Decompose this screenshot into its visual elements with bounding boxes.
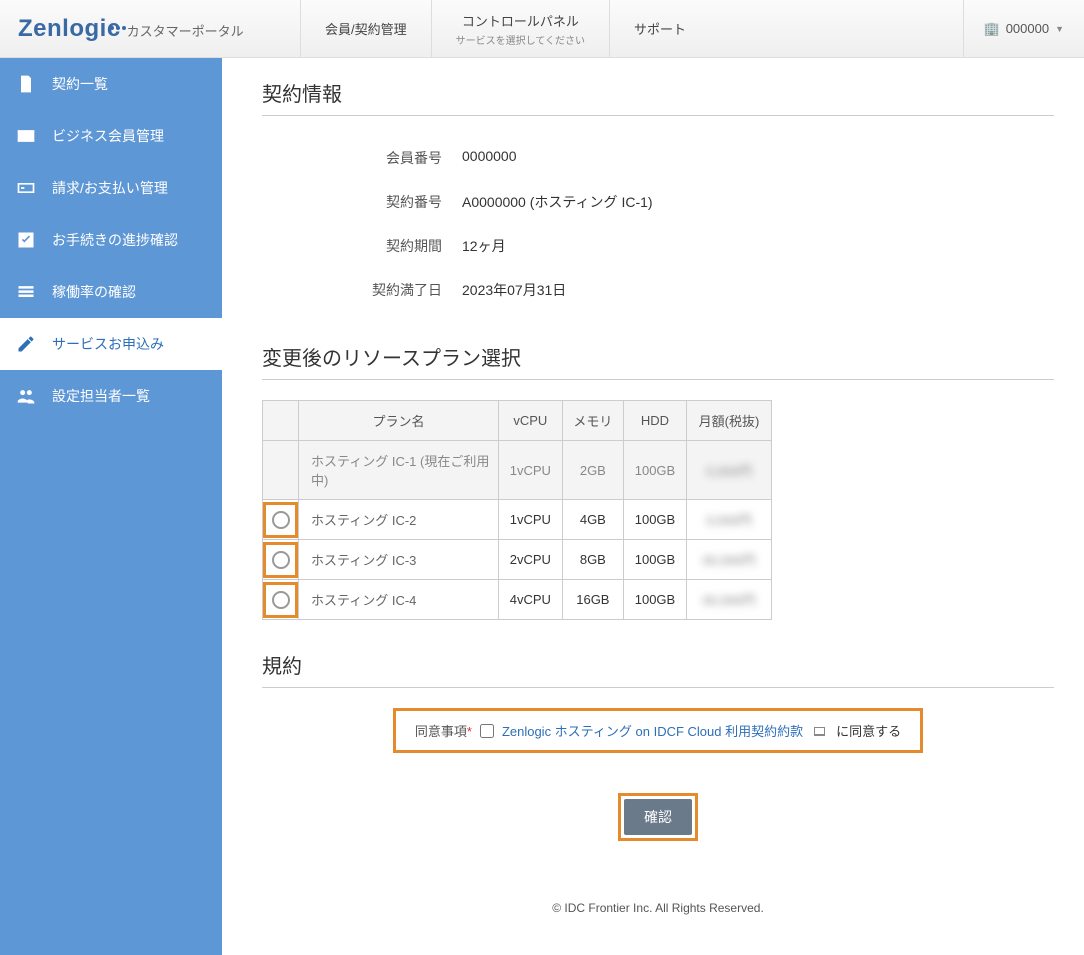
nav-members[interactable]: 会員/契約管理 bbox=[300, 0, 431, 57]
nav-support[interactable]: サポート bbox=[609, 0, 710, 57]
confirm-highlight: 確認 bbox=[618, 793, 698, 841]
col-plan: プラン名 bbox=[299, 401, 499, 441]
sidebar-item-label: ビジネス会員管理 bbox=[52, 126, 164, 146]
sidebar-item-apply[interactable]: サービスお申込み bbox=[0, 318, 222, 370]
account-id: 000000 bbox=[1006, 21, 1049, 36]
info-row-period: 契約期間 12ヶ月 bbox=[342, 224, 1054, 268]
pen-icon bbox=[16, 334, 36, 354]
plan-radio-ic2[interactable] bbox=[263, 502, 298, 538]
col-radio bbox=[263, 401, 299, 441]
top-nav: 会員/契約管理 コントロールパネル サービスを選択してください サポート bbox=[300, 0, 963, 57]
logo-text: Zenlogic bbox=[18, 15, 121, 43]
sidebar: 契約一覧 ビジネス会員管理 請求/お支払い管理 お手続きの進捗確認 稼働率の確認… bbox=[0, 58, 222, 955]
col-vcpu: vCPU bbox=[499, 401, 563, 441]
sidebar-item-contracts[interactable]: 契約一覧 bbox=[0, 58, 222, 110]
plan-row-ic2: ホスティング IC-2 1vCPU 4GB 100GB 0,000円 bbox=[263, 500, 772, 540]
info-row-member: 会員番号 0000000 bbox=[342, 136, 1054, 180]
plan-row-current: ホスティング IC-1 (現在ご利用中) 1vCPU 2GB 100GB 0,0… bbox=[263, 441, 772, 500]
people-icon bbox=[16, 386, 36, 406]
logo-subtitle: カスタマーポータル bbox=[127, 21, 244, 40]
chevron-down-icon: ▼ bbox=[1055, 24, 1064, 34]
main-content: 契約情報 会員番号 0000000 契約番号 A0000000 (ホスティング … bbox=[222, 58, 1084, 955]
agree-suffix: に同意する bbox=[836, 721, 901, 740]
agreement-box: 同意事項* Zenlogic ホスティング on IDCF Cloud 利用契約… bbox=[393, 708, 923, 753]
logo-dots-icon bbox=[109, 9, 127, 19]
sidebar-item-billing[interactable]: 請求/お支払い管理 bbox=[0, 162, 222, 214]
sidebar-item-label: 設定担当者一覧 bbox=[52, 386, 150, 406]
contract-heading: 契約情報 bbox=[262, 78, 1054, 116]
logo[interactable]: Zenlogic カスタマーポータル bbox=[0, 15, 300, 43]
contract-info: 会員番号 0000000 契約番号 A0000000 (ホスティング IC-1)… bbox=[342, 136, 1054, 312]
sidebar-item-label: 請求/お支払い管理 bbox=[52, 178, 168, 198]
col-mem: メモリ bbox=[562, 401, 623, 441]
col-hdd: HDD bbox=[624, 401, 687, 441]
footer-copyright: © IDC Frontier Inc. All Rights Reserved. bbox=[262, 891, 1054, 925]
plan-row-ic4: ホスティング IC-4 4vCPU 16GB 100GB 00,000円 bbox=[263, 580, 772, 620]
id-card-icon bbox=[16, 126, 36, 146]
sidebar-item-progress[interactable]: お手続きの進捗確認 bbox=[0, 214, 222, 266]
plan-radio-ic3[interactable] bbox=[263, 542, 298, 578]
terms-heading: 規約 bbox=[262, 650, 1054, 688]
bars-icon bbox=[16, 282, 36, 302]
billing-icon bbox=[16, 178, 36, 198]
sidebar-item-admins[interactable]: 設定担当者一覧 bbox=[0, 370, 222, 422]
account-menu[interactable]: 🏢 000000 ▼ bbox=[963, 0, 1084, 57]
header: Zenlogic カスタマーポータル 会員/契約管理 コントロールパネル サービ… bbox=[0, 0, 1084, 58]
sidebar-item-label: お手続きの進捗確認 bbox=[52, 230, 178, 250]
nav-control-panel[interactable]: コントロールパネル サービスを選択してください bbox=[431, 0, 609, 57]
sidebar-item-label: 稼働率の確認 bbox=[52, 282, 136, 302]
confirm-button[interactable]: 確認 bbox=[624, 799, 692, 835]
building-icon: 🏢 bbox=[984, 21, 1000, 37]
plans-heading: 変更後のリソースプラン選択 bbox=[262, 342, 1054, 380]
terms-link[interactable]: Zenlogic ホスティング on IDCF Cloud 利用契約約款 bbox=[502, 721, 803, 740]
check-icon bbox=[16, 230, 36, 250]
sidebar-item-business[interactable]: ビジネス会員管理 bbox=[0, 110, 222, 162]
sidebar-item-uptime[interactable]: 稼働率の確認 bbox=[0, 266, 222, 318]
col-price: 月額(税抜) bbox=[686, 401, 771, 441]
plan-row-ic3: ホスティング IC-3 2vCPU 8GB 100GB 00,000円 bbox=[263, 540, 772, 580]
document-icon bbox=[16, 74, 36, 94]
sidebar-item-label: サービスお申込み bbox=[52, 334, 164, 354]
agree-checkbox[interactable] bbox=[480, 724, 494, 738]
info-row-expiry: 契約満了日 2023年07月31日 bbox=[342, 268, 1054, 312]
plan-table: プラン名 vCPU メモリ HDD 月額(税抜) ホスティング IC-1 (現在… bbox=[262, 400, 772, 620]
sidebar-item-label: 契約一覧 bbox=[52, 74, 108, 94]
external-link-icon bbox=[814, 727, 825, 736]
info-row-contract: 契約番号 A0000000 (ホスティング IC-1) bbox=[342, 180, 1054, 224]
plan-radio-ic4[interactable] bbox=[263, 582, 298, 618]
agree-label: 同意事項* bbox=[415, 721, 472, 740]
